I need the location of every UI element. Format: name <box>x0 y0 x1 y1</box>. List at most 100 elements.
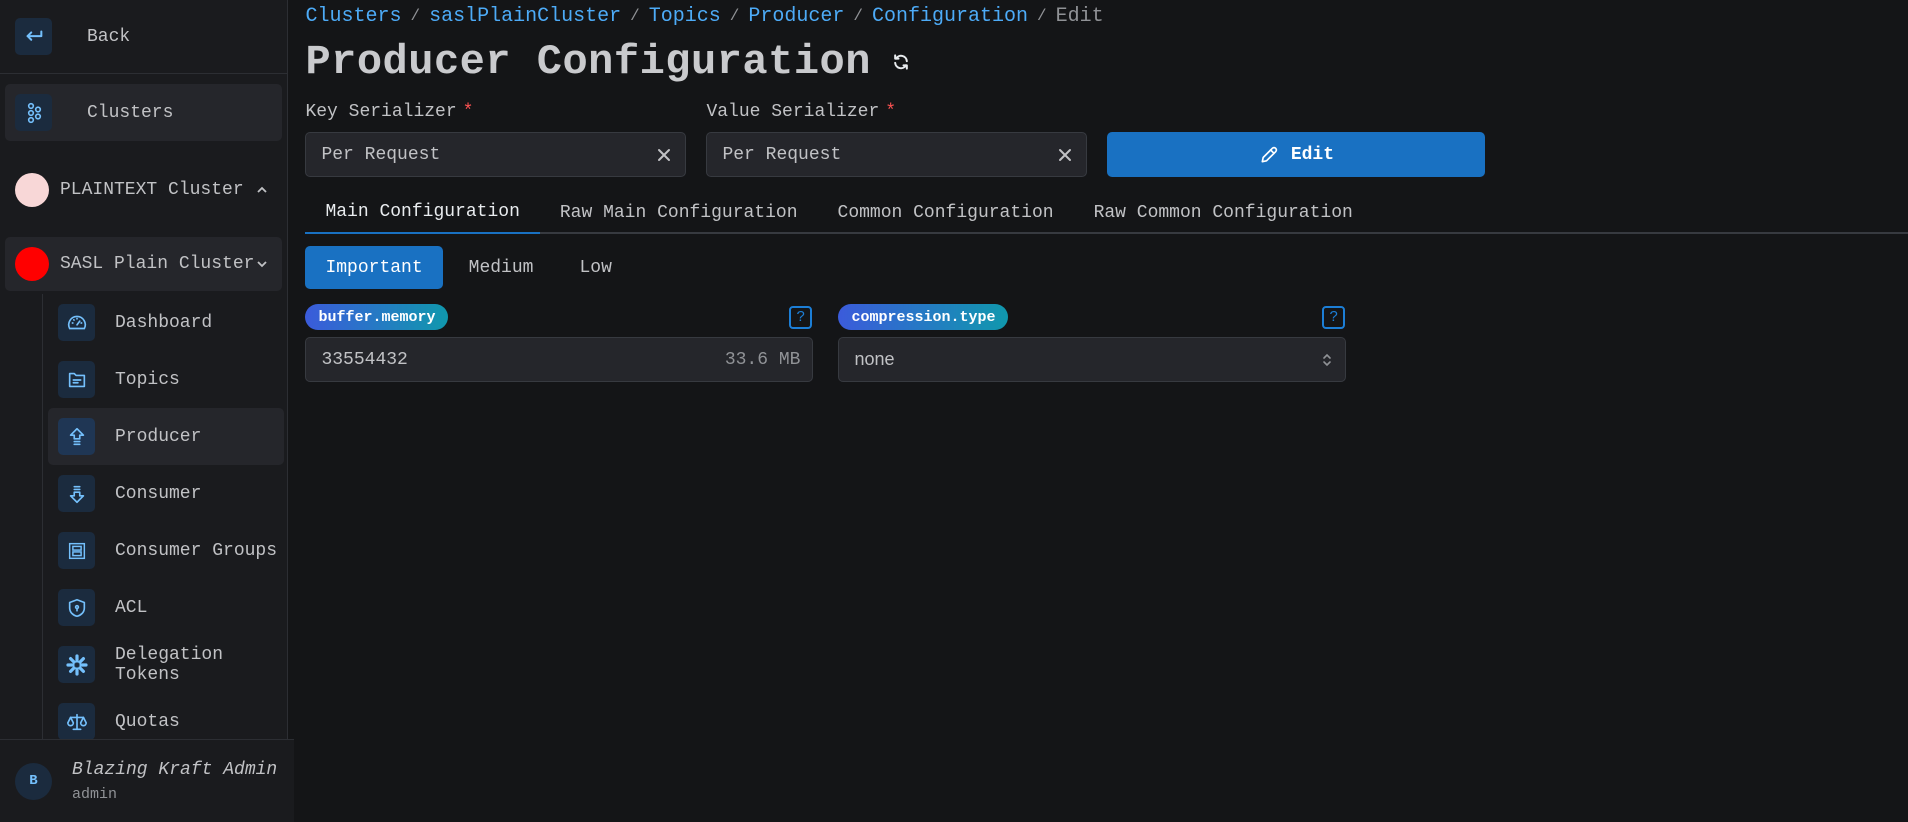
level-low[interactable]: Low <box>559 246 631 289</box>
return-arrow-icon <box>15 18 52 55</box>
config-key-badge: compression.type <box>838 304 1009 330</box>
page-title: Producer Configuration <box>305 38 871 86</box>
breadcrumb-producer[interactable]: Producer <box>748 5 844 28</box>
refresh-icon[interactable] <box>891 52 911 72</box>
breadcrumb-clusters[interactable]: Clusters <box>305 5 401 28</box>
kafka-nodes-icon <box>15 94 52 131</box>
breadcrumb-separator: / <box>410 7 421 25</box>
user-role: admin <box>72 785 118 803</box>
breadcrumb-current: Edit <box>1055 4 1104 28</box>
config-value: none <box>854 349 895 369</box>
tab-main-configuration[interactable]: Main Configuration <box>305 193 540 234</box>
cluster-name: PLAINTEXT Cluster <box>60 180 244 200</box>
sidebar: Back Clusters PLAINTEXT Cluster SASL Pla… <box>0 0 294 822</box>
main-content: Clusters / saslPlainCluster / Topics / P… <box>288 0 1908 822</box>
cluster-color-dot <box>15 247 49 281</box>
value-serializer-field: Value Serializer * Per Request <box>706 102 1088 177</box>
back-button[interactable]: Back <box>0 0 288 74</box>
importance-filter: Important Medium Low <box>305 246 1908 289</box>
value-serializer-value: Per Request <box>722 144 842 165</box>
level-medium[interactable]: Medium <box>449 246 554 289</box>
value-serializer-select[interactable]: Per Request <box>706 132 1088 177</box>
config-item-compression-type: compression.type ? none <box>838 304 1347 382</box>
tab-common-configuration[interactable]: Common Configuration <box>818 193 1074 232</box>
user-info: Blazing Kraft Admin admin <box>72 760 277 803</box>
config-tabs: Main Configuration Raw Main Configuratio… <box>305 193 1908 234</box>
back-label: Back <box>87 26 131 47</box>
value-serializer-label: Value Serializer * <box>706 102 1087 126</box>
required-mark: * <box>885 102 897 122</box>
sidebar-item-clusters[interactable]: Clusters <box>5 84 283 141</box>
breadcrumb-topics[interactable]: Topics <box>649 5 721 28</box>
compression-type-select[interactable]: none <box>838 337 1347 382</box>
tab-raw-common-configuration[interactable]: Raw Common Configuration <box>1074 193 1373 232</box>
breadcrumb-separator: / <box>853 7 863 25</box>
breadcrumb-separator: / <box>729 7 740 25</box>
help-icon[interactable]: ? <box>1322 305 1346 329</box>
chevron-up-icon[interactable] <box>254 183 270 197</box>
breadcrumb: Clusters / saslPlainCluster / Topics / P… <box>305 0 1908 32</box>
close-icon[interactable] <box>657 148 671 162</box>
cluster-name: SASL Plain Cluster <box>60 254 255 274</box>
nav-label: Consumer <box>115 483 202 504</box>
buffer-memory-input[interactable]: 33554432 33.6 MB <box>305 337 814 382</box>
key-serializer-label: Key Serializer * <box>305 102 686 126</box>
gauge-icon <box>58 304 95 341</box>
config-head: buffer.memory ? <box>305 304 813 330</box>
serializer-row: Key Serializer * Per Request Value Serial… <box>305 102 1908 177</box>
select-updown-icon <box>1321 351 1333 369</box>
key-serializer-field: Key Serializer * Per Request <box>305 102 687 177</box>
scale-icon <box>58 703 95 739</box>
label-text: Value Serializer <box>706 102 880 122</box>
cluster-sasl-plain[interactable]: SASL Plain Cluster <box>5 237 283 291</box>
nav-label: ACL <box>115 597 148 618</box>
config-key-badge: buffer.memory <box>305 304 449 330</box>
cluster-color-dot <box>15 173 49 207</box>
shield-lock-icon <box>58 589 95 626</box>
key-serializer-select[interactable]: Per Request <box>305 132 687 177</box>
nav-label: Producer <box>115 426 202 447</box>
help-icon[interactable]: ? <box>789 305 813 329</box>
level-important[interactable]: Important <box>305 246 443 289</box>
nav-label: Topics <box>115 369 180 390</box>
config-value: 33554432 <box>321 349 408 370</box>
tab-raw-main-configuration[interactable]: Raw Main Configuration <box>540 193 818 232</box>
sidebar-item-dashboard[interactable]: Dashboard <box>48 294 284 351</box>
sidebar-item-consumer[interactable]: Consumer <box>48 465 284 522</box>
download-arrow-icon <box>58 475 95 512</box>
cluster-plaintext[interactable]: PLAINTEXT Cluster <box>5 163 282 217</box>
folder-icon <box>58 361 95 398</box>
config-list: buffer.memory ? 33554432 33.6 MB compres… <box>305 304 1908 382</box>
upload-arrow-icon <box>58 418 95 455</box>
nav-label: Delegation Tokens <box>115 644 224 685</box>
chevron-down-icon[interactable] <box>254 257 270 271</box>
avatar: B <box>15 762 52 800</box>
sidebar-item-consumer-groups[interactable]: Consumer Groups <box>48 522 284 579</box>
close-icon[interactable] <box>1058 148 1072 162</box>
app: Back Clusters PLAINTEXT Cluster SASL Pla… <box>0 0 1908 822</box>
breadcrumb-cluster[interactable]: saslPlainCluster <box>429 5 621 28</box>
nav-label: Dashboard <box>115 312 213 333</box>
sidebar-item-producer[interactable]: Producer <box>48 408 284 465</box>
pencil-icon <box>1259 145 1279 165</box>
breadcrumb-separator: / <box>1036 7 1047 25</box>
nav-label: Quotas <box>115 711 180 732</box>
user-name: Blazing Kraft Admin <box>72 759 278 780</box>
group-frame-icon <box>58 532 95 569</box>
sidebar-item-topics[interactable]: Topics <box>48 351 284 408</box>
sidebar-item-acl[interactable]: ACL <box>48 579 284 636</box>
nav-label: Consumer Groups <box>115 540 278 561</box>
config-value-hint: 33.6 MB <box>724 349 801 370</box>
sidebar-item-delegation-tokens[interactable]: Delegation Tokens <box>48 636 284 693</box>
sidebar-item-quotas[interactable]: Quotas <box>48 693 284 739</box>
breadcrumb-separator: / <box>630 7 640 25</box>
cluster-sub-nav: Dashboard Topics Producer Consumer Consu… <box>42 294 295 739</box>
asterisk-icon <box>58 646 95 683</box>
clusters-label: Clusters <box>87 102 174 123</box>
user-profile[interactable]: B Blazing Kraft Admin admin <box>0 739 294 822</box>
edit-button[interactable]: Edit <box>1107 132 1486 177</box>
key-serializer-value: Per Request <box>321 144 441 165</box>
title-row: Producer Configuration <box>305 32 1908 92</box>
label-text: Key Serializer <box>305 102 457 122</box>
breadcrumb-configuration[interactable]: Configuration <box>872 5 1028 28</box>
